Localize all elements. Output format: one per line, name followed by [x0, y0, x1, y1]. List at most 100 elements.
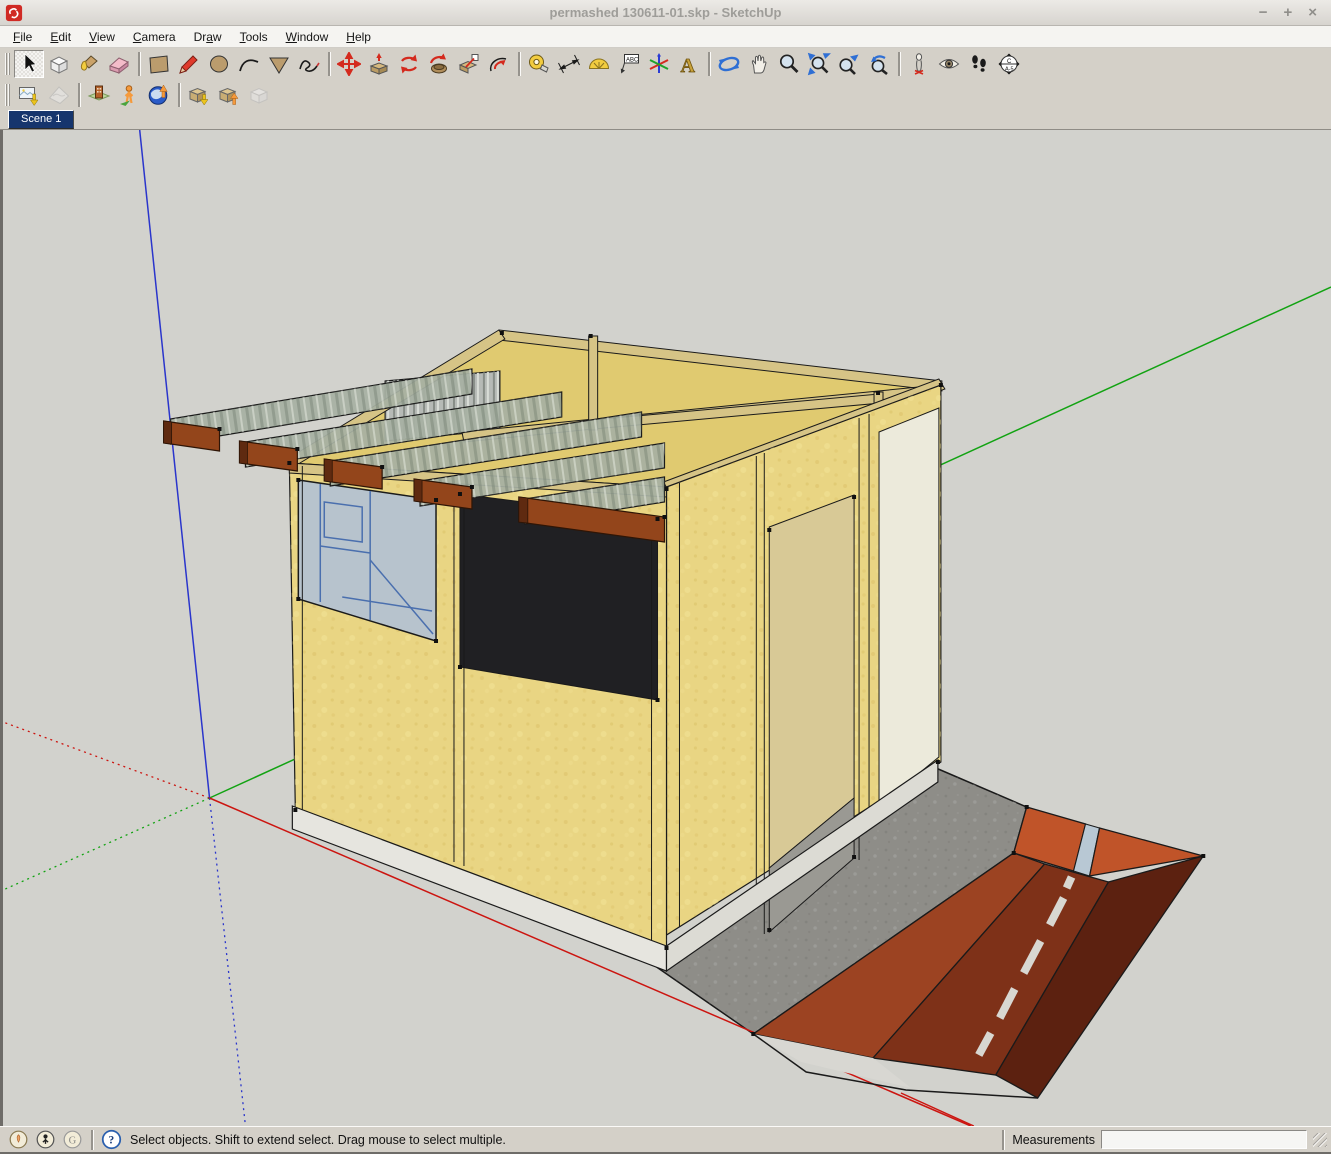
- scale-tool-icon: [457, 52, 481, 76]
- paint-bucket-button[interactable]: [74, 50, 104, 78]
- toolbar-main: ABC A CA-5: [0, 48, 1331, 80]
- toolbar-separator: [708, 52, 710, 76]
- menu-file[interactable]: File: [4, 28, 41, 46]
- toggle-terrain-button[interactable]: [44, 81, 74, 109]
- push-pull-tool-button[interactable]: [364, 50, 394, 78]
- zoom-previous-tool-button[interactable]: [864, 50, 894, 78]
- svg-text:ABC: ABC: [626, 58, 639, 64]
- axes-tool-icon: [647, 52, 671, 76]
- 3d-text-tool-button[interactable]: A: [674, 50, 704, 78]
- paint-bucket-icon: [77, 52, 101, 76]
- freehand-tool-icon: [297, 52, 321, 76]
- scene-tab-1[interactable]: Scene 1: [8, 110, 74, 129]
- get-current-view-icon: [17, 83, 41, 107]
- select-tool-button[interactable]: [14, 50, 44, 78]
- orbit-tool-icon: [717, 52, 741, 76]
- zoom-window-tool-button[interactable]: [804, 50, 834, 78]
- orbit-tool-button[interactable]: [714, 50, 744, 78]
- place-model-icon: [87, 83, 111, 107]
- svg-text:G: G: [69, 1135, 77, 1146]
- model-viewport[interactable]: [0, 130, 1331, 1126]
- tape-measure-tool-button[interactable]: [524, 50, 554, 78]
- walk-tool-button[interactable]: [964, 50, 994, 78]
- menu-tools[interactable]: Tools: [231, 28, 277, 46]
- section-plane-tool-button[interactable]: CA-5: [994, 50, 1024, 78]
- preview-in-google-earth-button[interactable]: [144, 81, 174, 109]
- arc-tool-button[interactable]: [234, 50, 264, 78]
- dimension-tool-button[interactable]: [554, 50, 584, 78]
- title-bar: permashed 130611-01.skp - SketchUp −+×: [0, 0, 1331, 26]
- geo-location-icon: [8, 1129, 29, 1150]
- minimize-button[interactable]: −: [1259, 5, 1268, 20]
- move-tool-button[interactable]: [334, 50, 364, 78]
- polygon-tool-button[interactable]: [264, 50, 294, 78]
- follow-me-tool-button[interactable]: [424, 50, 454, 78]
- walk-tool-icon: [967, 52, 991, 76]
- text-tool-icon: ABC: [617, 52, 641, 76]
- person-status-icon: [35, 1129, 56, 1150]
- circle-tool-button[interactable]: [204, 50, 234, 78]
- protractor-tool-button[interactable]: [584, 50, 614, 78]
- google-g-button[interactable]: G: [62, 1129, 83, 1150]
- offset-tool-button[interactable]: [484, 50, 514, 78]
- maximize-button[interactable]: +: [1283, 5, 1292, 20]
- photo-textures-button[interactable]: [114, 81, 144, 109]
- scale-tool-button[interactable]: [454, 50, 484, 78]
- make-component-button[interactable]: [44, 50, 74, 78]
- place-model-button[interactable]: [84, 81, 114, 109]
- section-plane-tool-icon: CA-5: [997, 52, 1021, 76]
- toggle-terrain-icon: [47, 83, 71, 107]
- window-resize-grip[interactable]: [1313, 1133, 1327, 1147]
- select-tool-icon: [17, 52, 41, 76]
- get-models-button[interactable]: [184, 81, 214, 109]
- rectangle-tool-button[interactable]: [144, 50, 174, 78]
- rotate-tool-icon: [397, 52, 421, 76]
- pan-tool-button[interactable]: [744, 50, 774, 78]
- eraser-icon: [107, 52, 131, 76]
- zoom-extents-tool-button[interactable]: [834, 50, 864, 78]
- toolbar-grip[interactable]: [5, 84, 11, 106]
- menu-window[interactable]: Window: [277, 28, 338, 46]
- 3d-text-tool-icon: A: [677, 52, 701, 76]
- geo-location-button[interactable]: [8, 1129, 29, 1150]
- measurements-field[interactable]: [1101, 1130, 1307, 1149]
- get-current-view-button[interactable]: [14, 81, 44, 109]
- zoom-tool-icon: [777, 52, 801, 76]
- help-icon-slot[interactable]: ?: [101, 1129, 122, 1150]
- toolbar-separator: [898, 52, 900, 76]
- look-around-tool-button[interactable]: [934, 50, 964, 78]
- eraser-button[interactable]: [104, 50, 134, 78]
- status-message: Select objects. Shift to extend select. …: [130, 1133, 506, 1147]
- zoom-tool-button[interactable]: [774, 50, 804, 78]
- menu-view[interactable]: View: [80, 28, 124, 46]
- status-separator: [91, 1130, 93, 1150]
- position-camera-tool-button[interactable]: [904, 50, 934, 78]
- menu-help[interactable]: Help: [337, 28, 380, 46]
- zoom-previous-tool-icon: [867, 52, 891, 76]
- offset-tool-icon: [487, 52, 511, 76]
- help-icon: ?: [101, 1129, 122, 1150]
- rotate-tool-button[interactable]: [394, 50, 424, 78]
- pan-tool-icon: [747, 52, 771, 76]
- polygon-tool-icon: [267, 52, 291, 76]
- menu-bar: FileEditViewCameraDrawToolsWindowHelp: [0, 26, 1331, 48]
- share-model-button[interactable]: [214, 81, 244, 109]
- toolbar-grip[interactable]: [5, 53, 11, 75]
- toolbar-separator: [178, 83, 180, 107]
- line-tool-button[interactable]: [174, 50, 204, 78]
- toolbar-separator: [78, 83, 80, 107]
- share-component-button[interactable]: [244, 81, 274, 109]
- toolbar-google: [0, 80, 1331, 110]
- rectangle-tool-icon: [147, 52, 171, 76]
- freehand-tool-button[interactable]: [294, 50, 324, 78]
- model-scene: [3, 130, 1331, 1126]
- zoom-extents-tool-icon: [837, 52, 861, 76]
- menu-draw[interactable]: Draw: [185, 28, 231, 46]
- menu-camera[interactable]: Camera: [124, 28, 185, 46]
- axes-tool-button[interactable]: [644, 50, 674, 78]
- person-status-button[interactable]: [35, 1129, 56, 1150]
- move-tool-icon: [337, 52, 361, 76]
- menu-edit[interactable]: Edit: [41, 28, 80, 46]
- close-button[interactable]: ×: [1308, 5, 1317, 20]
- text-tool-button[interactable]: ABC: [614, 50, 644, 78]
